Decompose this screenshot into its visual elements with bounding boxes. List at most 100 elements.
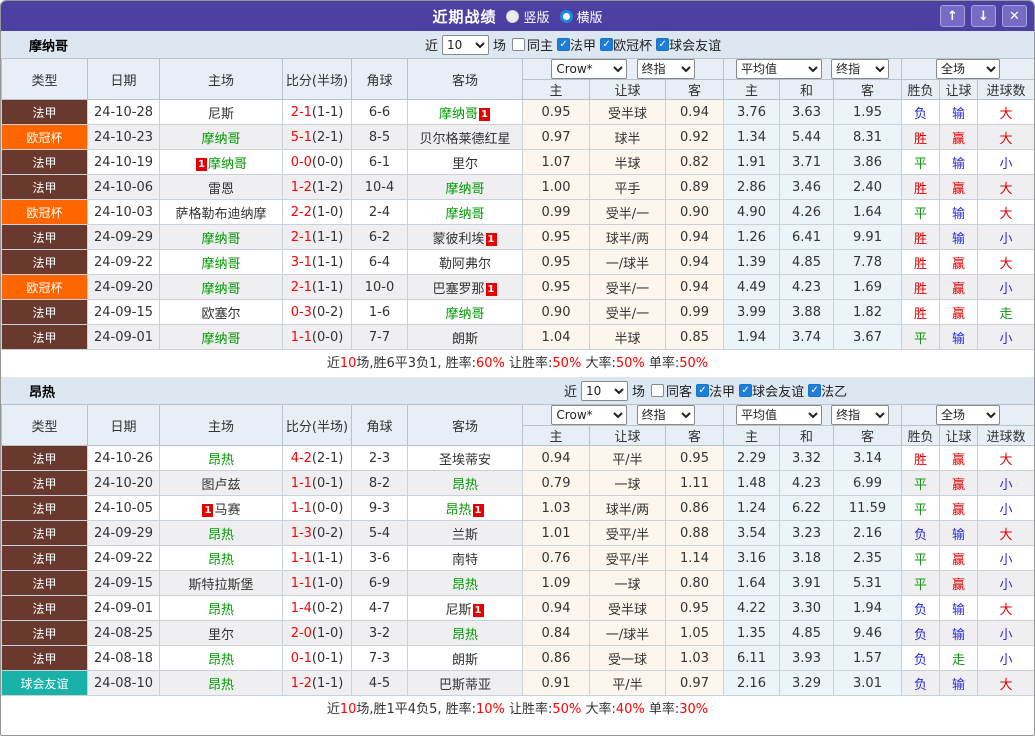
layout-vertical-label: 竖版 — [523, 10, 550, 26]
col-header-date: 日期 — [87, 404, 160, 446]
match-row: 法甲 24-10-28 尼斯 2-1(1-1) 6-6 摩纳哥 1 0.95 受半球 0.94 3.… — [1, 99, 1034, 125]
home-team-cell: 昂热 — [159, 645, 283, 671]
league-filter-ligue1[interactable]: ✓ 法甲 — [557, 35, 596, 54]
handicap-away-odds: 0.86 — [665, 495, 724, 521]
away-team-cell: 昂热 1 — [407, 495, 523, 521]
handicap-away-odds: 0.95 — [665, 445, 724, 471]
titlebar: 近期战绩 竖版 横版 ↑ ↓ ✕ — [1, 1, 1034, 31]
average-stage-select[interactable]: 终指 — [831, 405, 890, 425]
handicap-stage-select[interactable]: 终指 — [636, 405, 695, 425]
checkbox-checked-icon[interactable]: ✓ — [739, 384, 753, 397]
corners-cell: 7-3 — [351, 645, 408, 671]
team-name-text: 兰斯 — [451, 527, 478, 543]
bookmaker-select[interactable]: Crow* — [551, 405, 628, 425]
away-team-cell: 勒阿弗尔 — [407, 249, 523, 275]
date-cell: 24-10-19 — [87, 149, 160, 175]
avg-draw-odds: 3.93 — [779, 645, 834, 671]
score-cell: 5-1(2-1) — [282, 124, 352, 150]
layout-option-vertical[interactable]: 竖版 — [506, 7, 550, 26]
checkbox-unchecked-icon[interactable] — [651, 384, 665, 397]
result-goals: 小 — [977, 149, 1034, 175]
avg-away-odds: 2.40 — [832, 174, 903, 200]
handicap-line: 受一球 — [589, 645, 666, 671]
match-row: 法甲 24-09-29 摩纳哥 2-1(1-1) 6-2 蒙彼利埃 1 0.95 球半/两 0.9… — [1, 224, 1034, 250]
fulltime-score: 1-2 — [290, 675, 312, 691]
result-handicap: 赢 — [939, 124, 979, 150]
away-team-cell: 昂热 — [407, 570, 523, 596]
score-cell: 3-1(1-1) — [282, 249, 352, 275]
halftime-score: (1-1) — [311, 675, 344, 691]
close-button[interactable]: ✕ — [1002, 5, 1027, 27]
team-name-text: 图卢兹 — [201, 477, 241, 493]
match-scope-select[interactable]: 全场 — [936, 59, 1001, 79]
league-filter-label: 法甲 — [570, 39, 597, 54]
checkbox-checked-icon[interactable]: ✓ — [808, 384, 822, 397]
league-filter-ligue2[interactable]: ✓ 法乙 — [808, 381, 847, 400]
avg-draw-odds: 6.22 — [779, 495, 834, 521]
col-header-away: 客场 — [407, 58, 523, 100]
result-outcome: 平 — [901, 570, 941, 596]
average-stage-select[interactable]: 终指 — [831, 59, 890, 79]
fulltime-score: 1-3 — [290, 525, 312, 541]
home-team-cell: 1 马赛 — [159, 495, 283, 521]
fulltime-score: 2-1 — [290, 104, 312, 120]
away-team-cell: 摩纳哥 1 — [407, 99, 523, 125]
corners-cell: 3-6 — [351, 545, 408, 571]
handicap-away-odds: 0.94 — [665, 99, 724, 125]
halftime-score: (0-0) — [311, 500, 344, 516]
team-name-text: 马赛 — [214, 502, 241, 518]
away-team-cell: 蒙彼利埃 1 — [407, 224, 523, 250]
match-count-select[interactable]: 10 — [581, 380, 629, 401]
home-team-cell: 尼斯 — [159, 99, 283, 125]
league-filter-label: 法乙 — [821, 385, 848, 400]
summary-segment: 50% — [552, 702, 582, 717]
same-venue-filter[interactable]: 同客 — [651, 381, 692, 400]
checkbox-checked-icon[interactable]: ✓ — [656, 38, 670, 51]
halftime-score: (0-1) — [311, 650, 344, 666]
radio-unchecked-icon[interactable] — [506, 9, 520, 23]
handicap-line: 平/半 — [589, 445, 666, 471]
bookmaker-select[interactable]: Crow* — [551, 59, 628, 79]
scope-select-group: 全场 — [901, 58, 1034, 80]
result-goals: 大 — [977, 174, 1034, 200]
avg-draw-odds: 3.46 — [779, 174, 834, 200]
handicap-stage-select[interactable]: 终指 — [636, 59, 695, 79]
result-outcome: 胜 — [901, 224, 941, 250]
summary-segment: 50% — [615, 356, 645, 371]
league-filter-club-friendly[interactable]: ✓ 球会友谊 — [739, 381, 804, 400]
date-cell: 24-10-28 — [87, 99, 160, 125]
fulltime-score: 2-2 — [290, 204, 312, 220]
corners-cell: 6-2 — [351, 224, 408, 250]
league-filter-club-friendly[interactable]: ✓ 球会友谊 — [656, 35, 721, 54]
handicap-away-odds: 0.94 — [665, 224, 724, 250]
checkbox-unchecked-icon[interactable] — [512, 38, 526, 51]
halftime-score: (1-2) — [311, 179, 344, 195]
handicap-select-group: Crow* 终指 — [522, 404, 724, 426]
home-team-cell: 摩纳哥 — [159, 324, 283, 350]
move-down-button[interactable]: ↓ — [971, 5, 996, 27]
move-up-button[interactable]: ↑ — [940, 5, 965, 27]
result-outcome: 平 — [901, 324, 941, 350]
league-filter-ligue1[interactable]: ✓ 法甲 — [696, 381, 735, 400]
halftime-score: (1-1) — [311, 104, 344, 120]
home-team-cell: 图卢兹 — [159, 470, 283, 496]
average-odds-select[interactable]: 平均值 — [735, 59, 822, 79]
average-odds-select[interactable]: 平均值 — [735, 405, 822, 425]
checkbox-checked-icon[interactable]: ✓ — [696, 384, 710, 397]
handicap-away-odds: 0.92 — [665, 124, 724, 150]
result-goals: 小 — [977, 620, 1034, 646]
league-filter-label: 欧冠杯 — [613, 39, 653, 54]
league-filter-champions-league[interactable]: ✓ 欧冠杯 — [600, 35, 652, 54]
layout-option-horizontal[interactable]: 横版 — [559, 7, 603, 26]
checkbox-checked-icon[interactable]: ✓ — [557, 38, 571, 51]
away-team-cell: 摩纳哥 — [407, 199, 523, 225]
same-venue-filter[interactable]: 同主 — [512, 35, 553, 54]
checkbox-checked-icon[interactable]: ✓ — [600, 38, 614, 51]
avg-draw-odds: 3.63 — [779, 99, 834, 125]
radio-checked-icon[interactable] — [559, 9, 573, 23]
corners-cell: 6-9 — [351, 570, 408, 596]
arrow-down-icon: ↓ — [978, 8, 989, 24]
result-goals: 大 — [977, 99, 1034, 125]
match-scope-select[interactable]: 全场 — [936, 405, 1001, 425]
match-count-select[interactable]: 10 — [442, 34, 490, 55]
